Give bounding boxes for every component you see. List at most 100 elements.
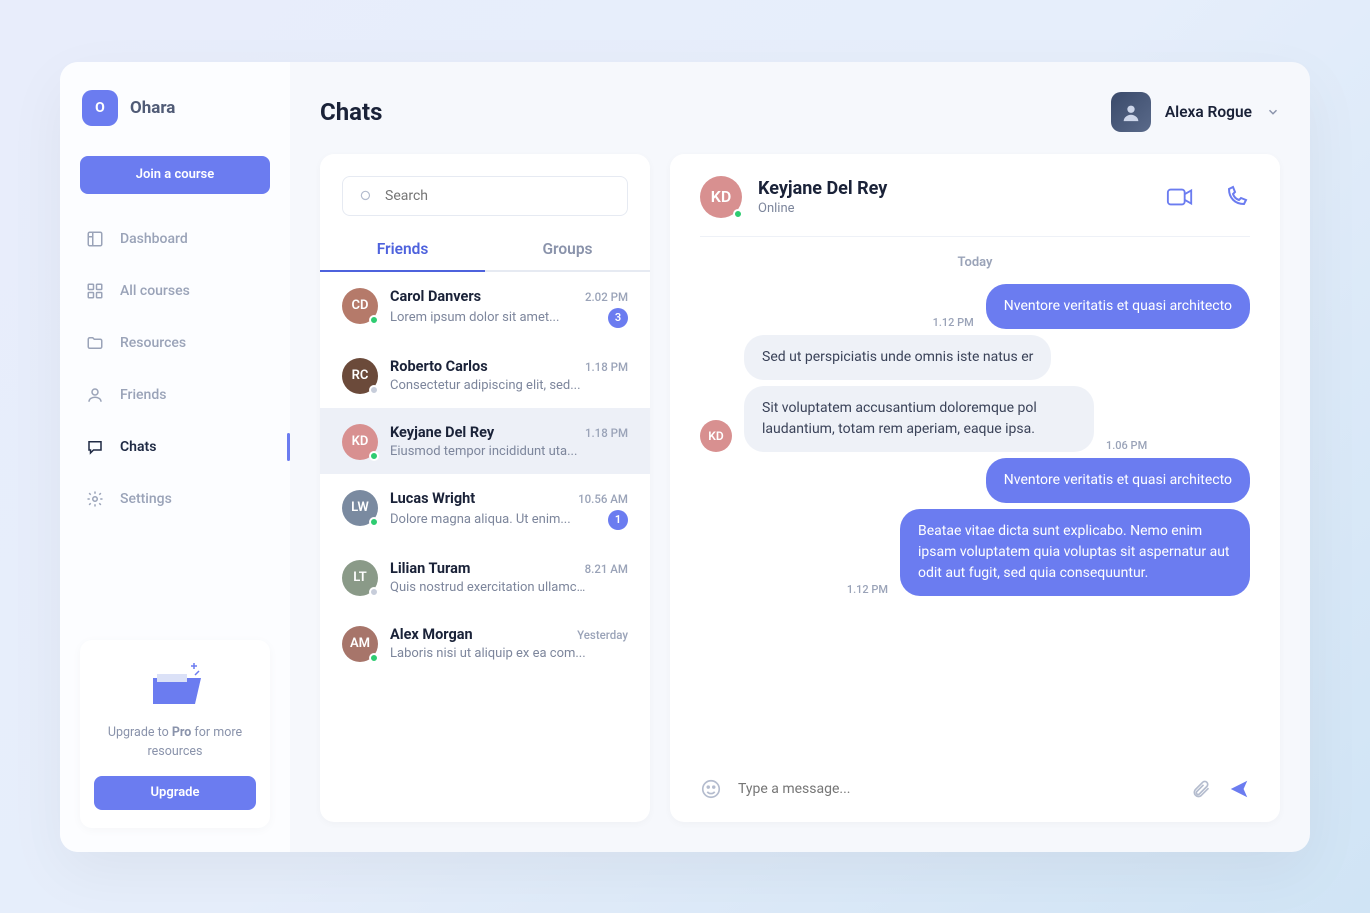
chat-preview: Eiusmod tempor incididunt uta... [390,444,577,459]
chat-item[interactable]: LW Lucas Wright 10.56 AM Dolore magna al… [320,474,650,544]
sidebar-item-all-courses[interactable]: All courses [80,274,270,308]
sidebar: O Ohara Join a course Dashboard All cour… [60,62,290,852]
chat-item[interactable]: RC Roberto Carlos 1.18 PM Consectetur ad… [320,342,650,408]
search-icon [359,189,373,203]
upgrade-text: Upgrade to Pro for more resources [94,724,256,762]
status-indicator [369,587,379,597]
avatar: LW [342,490,378,526]
join-course-button[interactable]: Join a course [80,156,270,194]
paperclip-icon [1191,779,1211,799]
status-indicator [733,209,743,219]
chat-item[interactable]: CD Carol Danvers 2.02 PM Lorem ipsum dol… [320,272,650,342]
sidebar-item-label: Settings [120,491,172,507]
chat-time: 1.18 PM [585,426,628,440]
avatar: KD [700,176,742,218]
chat-preview: Consectetur adipiscing elit, sed... [390,378,581,393]
message-row: 1.12 PM Beatae vitae dicta sunt explicabo… [700,509,1250,596]
brand-logo: O [82,90,118,126]
status-indicator [369,451,379,461]
tab-friends[interactable]: Friends [320,230,485,272]
message-row: KD Sit voluptatem accusantium doloremque … [700,386,1250,452]
search-input[interactable] [342,176,628,216]
user-name: Alexa Rogue [1165,103,1252,121]
unread-badge: 1 [608,510,628,530]
conversation-status: Online [758,201,887,216]
chat-time: 2.02 PM [585,290,628,304]
video-call-button[interactable] [1166,183,1194,211]
send-icon [1228,778,1250,800]
chat-item[interactable]: KD Keyjane Del Rey 1.18 PM Eiusmod tempo… [320,408,650,474]
sidebar-item-label: Chats [120,439,156,455]
chat-preview: Lorem ipsum dolor sit amet... [390,310,559,325]
message-bubble: Nventore veritatis et quasi architecto [986,284,1250,329]
emoji-icon [700,778,722,800]
attach-button[interactable] [1190,778,1212,800]
chat-name: Carol Danvers [390,288,481,305]
messages-area: Today 1.12 PMNventore veritatis et quasi… [670,237,1280,764]
chevron-down-icon [1266,105,1280,119]
folder-illustration-icon [145,660,205,710]
chat-item[interactable]: LT Lilian Turam 8.21 AM Quis nostrud exe… [320,544,650,610]
avatar: KD [700,420,732,452]
chat-name: Lucas Wright [390,490,475,507]
chat-time: 8.21 AM [585,562,628,576]
sidebar-item-resources[interactable]: Resources [80,326,270,360]
message-input[interactable] [738,781,1174,797]
grid-icon [86,282,104,300]
composer [670,764,1280,822]
conversation-title: Keyjane Del Rey [758,178,887,199]
avatar: KD [342,424,378,460]
page-title: Chats [320,98,382,126]
message-bubble: Sed ut perspiciatis unde omnis iste natu… [744,335,1051,380]
tab-groups[interactable]: Groups [485,230,650,272]
send-button[interactable] [1228,778,1250,800]
chat-list-panel: Friends Groups CD Carol Danvers 2.02 PM … [320,154,650,822]
sidebar-item-friends[interactable]: Friends [80,378,270,412]
voice-call-button[interactable] [1222,183,1250,211]
conversation-header: KD Keyjane Del Rey Online [670,154,1280,236]
chat-preview: Dolore magna aliqua. Ut enim... [390,512,571,527]
message-bubble: Beatae vitae dicta sunt explicabo. Nemo … [900,509,1250,596]
chat-icon [86,438,104,456]
chat-name: Keyjane Del Rey [390,424,494,441]
brand: O Ohara [82,90,270,126]
chat-time: Yesterday [577,628,628,642]
user-menu[interactable]: Alexa Rogue [1111,92,1280,132]
main-area: Chats Alexa Rogue Friends [290,62,1310,852]
message-row: 1.12 PMNventore veritatis et quasi archi… [700,284,1250,329]
search-field[interactable] [385,188,611,204]
emoji-button[interactable] [700,778,722,800]
sidebar-item-dashboard[interactable]: Dashboard [80,222,270,256]
sidebar-item-settings[interactable]: Settings [80,482,270,516]
chat-time: 1.18 PM [585,360,628,374]
sidebar-item-label: All courses [120,283,190,299]
day-separator: Today [700,255,1250,270]
chat-preview: Laboris nisi ut aliquip ex ea com... [390,646,586,661]
avatar [1111,92,1151,132]
status-indicator [369,315,379,325]
chat-item[interactable]: AM Alex Morgan Yesterday Laboris nisi ut… [320,610,650,676]
upgrade-button[interactable]: Upgrade [94,776,256,810]
message-row: Nventore veritatis et quasi architecto [700,458,1250,503]
video-icon [1166,186,1194,208]
dashboard-icon [86,230,104,248]
folder-icon [86,334,104,352]
unread-badge: 3 [608,308,628,328]
sidebar-item-chats[interactable]: Chats [80,430,270,464]
sidebar-item-label: Dashboard [120,231,188,247]
status-indicator [369,385,379,395]
chat-preview: Quis nostrud exercitation ullamco... [390,580,590,595]
chat-time: 10.56 AM [578,492,628,506]
conversation-panel: KD Keyjane Del Rey Online [670,154,1280,822]
message-bubble: Nventore veritatis et quasi architecto [986,458,1250,503]
message-row: Sed ut perspiciatis unde omnis iste natu… [700,335,1250,380]
sidebar-item-label: Resources [120,335,186,351]
message-bubble: Sit voluptatem accusantium doloremque po… [744,386,1094,452]
status-indicator [369,653,379,663]
topbar: Chats Alexa Rogue [320,92,1280,132]
gear-icon [86,490,104,508]
avatar: AM [342,626,378,662]
avatar: RC [342,358,378,394]
message-time: 1.12 PM [847,583,888,596]
avatar: CD [342,288,378,324]
